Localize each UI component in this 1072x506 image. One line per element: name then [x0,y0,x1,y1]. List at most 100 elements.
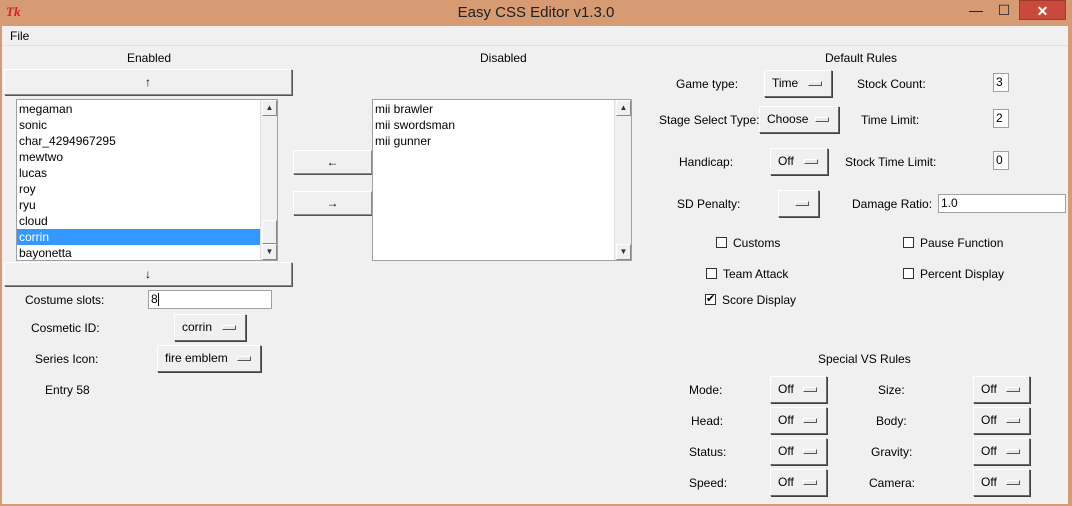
time-limit-label: Time Limit: [861,113,920,127]
move-down-button[interactable]: ↓ [4,262,292,286]
checkbox-box[interactable]: ✔ [705,293,716,305]
gravity-dropdown[interactable]: Off [973,438,1030,465]
move-up-button[interactable]: ↑ [4,69,292,95]
costume-slots-value: 8 [151,292,158,306]
camera-dropdown[interactable]: Off [973,469,1030,496]
dropdown-indicator-icon [1006,449,1020,454]
list-item[interactable]: mewtwo [17,149,277,165]
list-item[interactable]: ryu [17,197,277,213]
dropdown-indicator-icon [795,201,809,206]
move-to-enabled-button[interactable]: ← [293,150,372,174]
speed-value: Off [778,475,794,489]
size-value: Off [981,382,997,396]
series-icon-label: Series Icon: [35,352,99,366]
move-to-disabled-button[interactable]: → [293,191,372,215]
dropdown-indicator-icon [1006,387,1020,392]
checkbox-box[interactable] [903,237,914,248]
cosmetic-id-value: corrin [182,320,213,334]
costume-slots-input[interactable]: 8 [148,290,272,309]
list-item[interactable]: cloud [17,213,277,229]
list-item[interactable]: bayonetta [17,245,277,260]
body-value: Off [981,413,997,427]
checkbox-box[interactable] [716,237,727,248]
enabled-header: Enabled [127,51,172,65]
mode-label: Mode: [689,383,723,397]
pause-function-checkbox[interactable]: Pause Function [903,236,1003,250]
head-dropdown[interactable]: Off [770,407,827,434]
menu-bar: File [2,26,1068,46]
head-value: Off [778,413,794,427]
damage-ratio-label: Damage Ratio: [852,197,933,211]
list-item[interactable]: lucas [17,165,277,181]
default-rules-header: Default Rules [825,51,898,65]
disabled-scrollbar[interactable]: ▲ ▼ [614,100,631,260]
dropdown-indicator-icon [803,449,817,454]
list-item[interactable]: megaman [17,101,277,117]
customs-checkbox[interactable]: Customs [716,236,780,250]
scroll-up-arrow-icon[interactable]: ▲ [262,100,277,116]
scrollbar-thumb[interactable] [262,220,277,244]
time-limit-input[interactable]: 2 [993,109,1009,128]
size-label: Size: [878,383,905,397]
scroll-up-arrow-icon[interactable]: ▲ [616,100,631,116]
stock-time-limit-input[interactable]: 0 [993,151,1009,170]
menu-file[interactable]: File [10,29,29,43]
costume-slots-label: Costume slots: [25,293,105,307]
list-item[interactable]: sonic [17,117,277,133]
stock-count-input[interactable]: 3 [993,73,1009,92]
damage-ratio-input[interactable]: 1.0 [938,194,1066,213]
score-display-checkbox[interactable]: ✔ Score Display [705,293,796,307]
enabled-listbox[interactable]: megaman sonic char_4294967295 mewtwo luc… [16,99,278,261]
checkbox-box[interactable] [903,268,914,279]
body-dropdown[interactable]: Off [973,407,1030,434]
list-item[interactable]: mii swordsman [373,117,631,133]
minimize-button[interactable]: — [962,0,990,20]
stock-time-limit-label: Stock Time Limit: [845,155,937,169]
list-item[interactable]: mii gunner [373,133,631,149]
speed-dropdown[interactable]: Off [770,469,827,496]
stage-select-label: Stage Select Type: [659,113,760,127]
dropdown-indicator-icon [222,325,236,330]
scroll-down-arrow-icon[interactable]: ▼ [262,244,277,260]
stock-count-label: Stock Count: [857,77,926,91]
customs-label: Customs [733,236,781,250]
gravity-label: Gravity: [871,445,913,459]
list-item[interactable]: char_4294967295 [17,133,277,149]
list-item[interactable]: roy [17,181,277,197]
disabled-listbox[interactable]: mii brawler mii swordsman mii gunner ▲ ▼ [372,99,632,261]
entry-number: Entry 58 [45,383,90,397]
handicap-dropdown[interactable]: Off [770,148,828,175]
close-button[interactable]: ✕ [1019,0,1066,20]
sd-penalty-dropdown[interactable] [778,190,819,217]
dropdown-indicator-icon [1006,480,1020,485]
enabled-scrollbar[interactable]: ▲ ▼ [260,100,277,260]
mode-dropdown[interactable]: Off [770,376,827,403]
title-bar: Tk Easy CSS Editor v1.3.0 — ☐ ✕ [0,0,1072,26]
game-type-value: Time [772,76,799,90]
stage-select-value: Choose [767,112,809,126]
body-label: Body: [876,414,907,428]
size-dropdown[interactable]: Off [973,376,1030,403]
scroll-down-arrow-icon[interactable]: ▼ [616,244,631,260]
stage-select-dropdown[interactable]: Choose [759,106,839,133]
window-title: Easy CSS Editor v1.3.0 [457,4,615,21]
cosmetic-id-dropdown[interactable]: corrin [174,314,246,341]
game-type-label: Game type: [676,77,739,91]
dropdown-indicator-icon [815,117,829,122]
maximize-button[interactable]: ☐ [990,0,1018,20]
camera-label: Camera: [869,476,916,490]
list-item-selected[interactable]: corrin [17,229,260,245]
head-label: Head: [691,414,724,428]
dropdown-indicator-icon [804,159,818,164]
series-icon-dropdown[interactable]: fire emblem [157,345,261,372]
disabled-list: mii brawler mii swordsman mii gunner [373,100,631,149]
dropdown-indicator-icon [237,356,251,361]
status-label: Status: [689,445,727,459]
game-type-dropdown[interactable]: Time [764,70,832,97]
mode-value: Off [778,382,794,396]
percent-display-checkbox[interactable]: Percent Display [903,267,1004,281]
team-attack-checkbox[interactable]: Team Attack [706,267,788,281]
list-item[interactable]: mii brawler [373,101,631,117]
status-dropdown[interactable]: Off [770,438,827,465]
checkbox-box[interactable] [706,268,717,279]
